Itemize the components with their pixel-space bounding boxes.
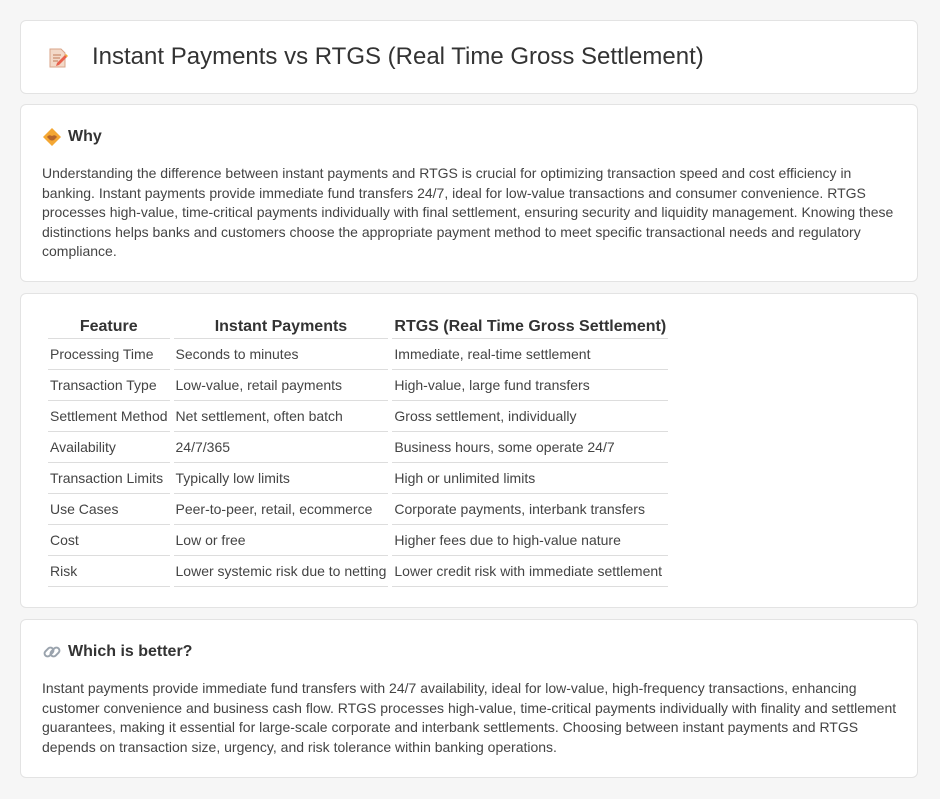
why-text: Understanding the difference between ins…: [42, 165, 894, 260]
page-title: Instant Payments vs RTGS (Real Time Gros…: [92, 43, 704, 70]
table-cell: Use Cases: [48, 494, 170, 525]
table-cell: Lower credit risk with immediate settlem…: [392, 556, 669, 587]
table-cell: Low-value, retail payments: [173, 370, 389, 401]
table-cell: High or unlimited limits: [392, 463, 669, 494]
why-section: Why Understanding the difference between…: [20, 104, 918, 282]
table-cell: Business hours, some operate 24/7: [392, 432, 669, 463]
table-row: Cost Low or free Higher fees due to high…: [48, 525, 669, 556]
table-cell: 24/7/365: [173, 432, 389, 463]
table-cell: Processing Time: [48, 339, 170, 370]
better-heading: Which is better?: [42, 641, 192, 663]
better-text: Instant payments provide immediate fund …: [42, 680, 897, 755]
table-cell: Cost: [48, 525, 170, 556]
better-title: Which is better?: [68, 643, 193, 660]
table-cell: Settlement Method: [48, 401, 170, 432]
why-title: Why: [68, 128, 102, 145]
table-cell: Availability: [48, 432, 170, 463]
comparison-table: Feature Instant Payments RTGS (Real Time…: [44, 315, 672, 587]
table-row: Transaction Type Low-value, retail payme…: [48, 370, 669, 401]
table-row: Use Cases Peer-to-peer, retail, ecommerc…: [48, 494, 669, 525]
table-cell: Typically low limits: [173, 463, 389, 494]
header-feature: Feature: [48, 315, 170, 339]
header-instant-payments: Instant Payments: [173, 315, 389, 339]
table-cell: Corporate payments, interbank transfers: [392, 494, 669, 525]
table-cell: Lower systemic risk due to netting: [173, 556, 389, 587]
table-cell: High-value, large fund transfers: [392, 370, 669, 401]
document-pencil-icon: [49, 48, 68, 68]
table-cell: Transaction Limits: [48, 463, 170, 494]
which-is-better-section: Which is better? Instant payments provid…: [20, 619, 918, 778]
table-row: Settlement Method Net settlement, often …: [48, 401, 669, 432]
handshake-icon: [43, 128, 61, 146]
title-card: Instant Payments vs RTGS (Real Time Gros…: [20, 20, 918, 94]
table-cell: Immediate, real-time settlement: [392, 339, 669, 370]
table-cell: Higher fees due to high-value nature: [392, 525, 669, 556]
table-cell: Transaction Type: [48, 370, 170, 401]
why-heading: Why: [42, 126, 102, 148]
table-row: Transaction Limits Typically low limits …: [48, 463, 669, 494]
header-rtgs: RTGS (Real Time Gross Settlement): [392, 315, 669, 339]
table-row: Processing Time Seconds to minutes Immed…: [48, 339, 669, 370]
comparison-section: Feature Instant Payments RTGS (Real Time…: [20, 293, 918, 608]
table-cell: Low or free: [173, 525, 389, 556]
table-cell: Seconds to minutes: [173, 339, 389, 370]
table-row: Risk Lower systemic risk due to netting …: [48, 556, 669, 587]
table-cell: Peer-to-peer, retail, ecommerce: [173, 494, 389, 525]
table-row: Availability 24/7/365 Business hours, so…: [48, 432, 669, 463]
table-header-row: Feature Instant Payments RTGS (Real Time…: [48, 315, 669, 339]
table-cell: Net settlement, often batch: [173, 401, 389, 432]
table-cell: Risk: [48, 556, 170, 587]
table-cell: Gross settlement, individually: [392, 401, 669, 432]
link-icon: [43, 646, 61, 658]
